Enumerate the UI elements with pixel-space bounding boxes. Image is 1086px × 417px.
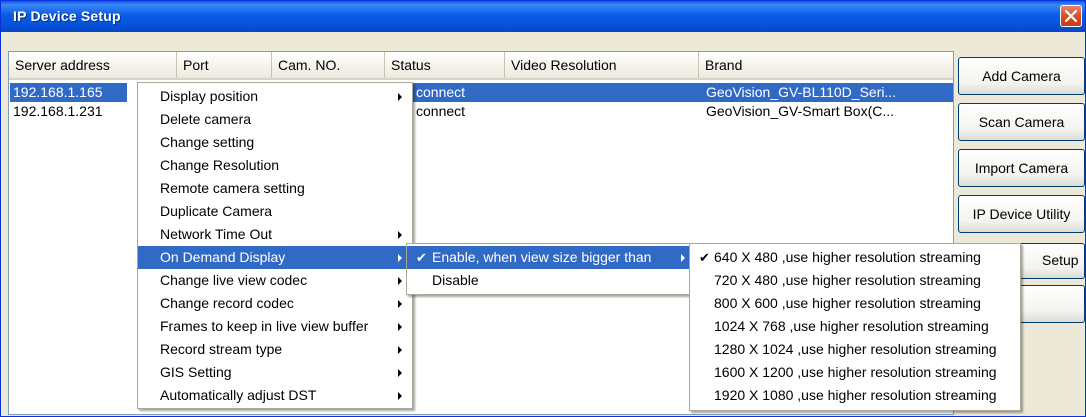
menu-item-label: Change live view codec — [160, 272, 308, 288]
server-address-cell: 192.168.1.231 — [13, 103, 103, 119]
brand-cell: GeoVision_GV-Smart Box(C... — [706, 103, 895, 119]
column-header-brand[interactable]: Brand — [699, 52, 953, 78]
menu-item-label: Change record codec — [160, 295, 294, 311]
status-cell: connect — [416, 103, 466, 119]
submenu-arrow-icon — [681, 254, 685, 262]
menu-item-label: Enable, when view size bigger than — [432, 249, 652, 265]
title-bar[interactable]: IP Device Setup — [1, 1, 1085, 32]
menu-item-display-position[interactable]: Display position — [138, 85, 412, 108]
menu-item-duplicate-camera[interactable]: Duplicate Camera — [138, 200, 412, 223]
menu-item-gis-setting[interactable]: GIS Setting — [138, 361, 412, 384]
menu-item-label: On Demand Display — [160, 249, 286, 265]
menu-item-800x600[interactable]: 800 X 600 ,use higher resolution streami… — [690, 292, 1020, 315]
add-camera-button[interactable]: Add Camera — [958, 57, 1085, 95]
menu-item-remote-camera-setting[interactable]: Remote camera setting — [138, 177, 412, 200]
menu-item-label: Delete camera — [160, 111, 252, 127]
window-title: IP Device Setup — [13, 8, 121, 24]
checkmark-icon: ✔ — [699, 250, 710, 265]
menu-item-label: Display position — [160, 88, 259, 104]
column-header-video-resolution[interactable]: Video Resolution — [505, 52, 699, 78]
menu-item-disable[interactable]: Disable — [407, 269, 693, 292]
menu-item-label: 1920 X 1080 ,use higher resolution strea… — [714, 387, 997, 403]
menu-item-record-stream-type[interactable]: Record stream type — [138, 338, 412, 361]
menu-item-label: Change Resolution — [160, 157, 280, 173]
resolution-submenu: ✔ 640 X 480 ,use higher resolution stream… — [689, 243, 1021, 411]
import-camera-button[interactable]: Import Camera — [958, 149, 1085, 187]
on-demand-display-submenu: ✔ Enable, when view size bigger than Dis… — [406, 243, 694, 295]
submenu-arrow-icon — [398, 323, 402, 331]
menu-item-720x480[interactable]: 720 X 480 ,use higher resolution streami… — [690, 269, 1020, 292]
menu-item-label: Network Time Out — [160, 226, 273, 242]
submenu-arrow-icon — [398, 277, 402, 285]
menu-item-label: Frames to keep in live view buffer — [160, 318, 369, 334]
menu-item-label: 800 X 600 ,use higher resolution streami… — [714, 295, 981, 311]
checkmark-icon: ✔ — [416, 250, 427, 265]
menu-item-automatically-adjust-dst[interactable]: Automatically adjust DST — [138, 384, 412, 407]
menu-item-label: Disable — [432, 272, 479, 288]
camera-context-menu: Display position Delete camera Change se… — [137, 82, 413, 409]
submenu-arrow-icon — [398, 300, 402, 308]
setup-button[interactable]: Setup — [1019, 243, 1085, 279]
column-header-cam-no[interactable]: Cam. NO. — [272, 52, 385, 78]
menu-item-label: Automatically adjust DST — [160, 387, 317, 403]
menu-item-delete-camera[interactable]: Delete camera — [138, 108, 412, 131]
submenu-arrow-icon — [398, 369, 402, 377]
submenu-arrow-icon — [398, 93, 402, 101]
column-header-port[interactable]: Port — [177, 52, 272, 78]
menu-item-change-setting[interactable]: Change setting — [138, 131, 412, 154]
menu-item-1920x1080[interactable]: 1920 X 1080 ,use higher resolution strea… — [690, 384, 1020, 407]
close-icon — [1065, 10, 1077, 22]
menu-item-label: 1600 X 1200 ,use higher resolution strea… — [714, 364, 997, 380]
menu-item-on-demand-display[interactable]: On Demand Display — [138, 246, 412, 269]
menu-item-label: GIS Setting — [160, 364, 232, 380]
menu-item-change-record-codec[interactable]: Change record codec — [138, 292, 412, 315]
menu-item-label: Duplicate Camera — [160, 203, 273, 219]
menu-item-1024x768[interactable]: 1024 X 768 ,use higher resolution stream… — [690, 315, 1020, 338]
menu-item-network-time-out[interactable]: Network Time Out — [138, 223, 412, 246]
menu-item-change-resolution[interactable]: Change Resolution — [138, 154, 412, 177]
menu-item-label: 640 X 480 ,use higher resolution streami… — [714, 249, 981, 265]
ip-device-setup-window: IP Device Setup Server address Port Cam.… — [0, 0, 1086, 417]
unlabeled-button[interactable] — [1019, 285, 1085, 323]
submenu-arrow-icon — [398, 346, 402, 354]
submenu-arrow-icon — [398, 254, 402, 262]
menu-item-label: Remote camera setting — [160, 180, 305, 196]
ip-device-utility-button[interactable]: IP Device Utility — [958, 195, 1085, 233]
menu-item-label: Change setting — [160, 134, 255, 150]
menu-item-label: 1280 X 1024 ,use higher resolution strea… — [714, 341, 997, 357]
menu-item-enable-when-view-size-bigger[interactable]: ✔ Enable, when view size bigger than — [407, 246, 693, 269]
setup-button-label: Setup — [1042, 252, 1079, 268]
list-header: Server address Port Cam. NO. Status Vide… — [9, 52, 953, 80]
menu-item-640x480[interactable]: ✔ 640 X 480 ,use higher resolution stream… — [690, 246, 1020, 269]
close-button[interactable] — [1060, 5, 1082, 27]
column-header-status[interactable]: Status — [385, 52, 505, 78]
menu-item-frames-live-view-buffer[interactable]: Frames to keep in live view buffer — [138, 315, 412, 338]
menu-item-label: 1024 X 768 ,use higher resolution stream… — [714, 318, 989, 334]
menu-item-label: Record stream type — [160, 341, 283, 357]
column-header-server-address[interactable]: Server address — [9, 52, 177, 78]
menu-item-1600x1200[interactable]: 1600 X 1200 ,use higher resolution strea… — [690, 361, 1020, 384]
brand-cell: GeoVision_GV-BL110D_Seri... — [706, 84, 897, 100]
submenu-arrow-icon — [398, 392, 402, 400]
status-cell: connect — [416, 84, 466, 100]
menu-item-label: 720 X 480 ,use higher resolution streami… — [714, 272, 981, 288]
scan-camera-button[interactable]: Scan Camera — [958, 103, 1085, 141]
submenu-arrow-icon — [398, 231, 402, 239]
menu-item-1280x1024[interactable]: 1280 X 1024 ,use higher resolution strea… — [690, 338, 1020, 361]
server-address-cell: 192.168.1.165 — [10, 83, 127, 102]
menu-item-change-live-view-codec[interactable]: Change live view codec — [138, 269, 412, 292]
